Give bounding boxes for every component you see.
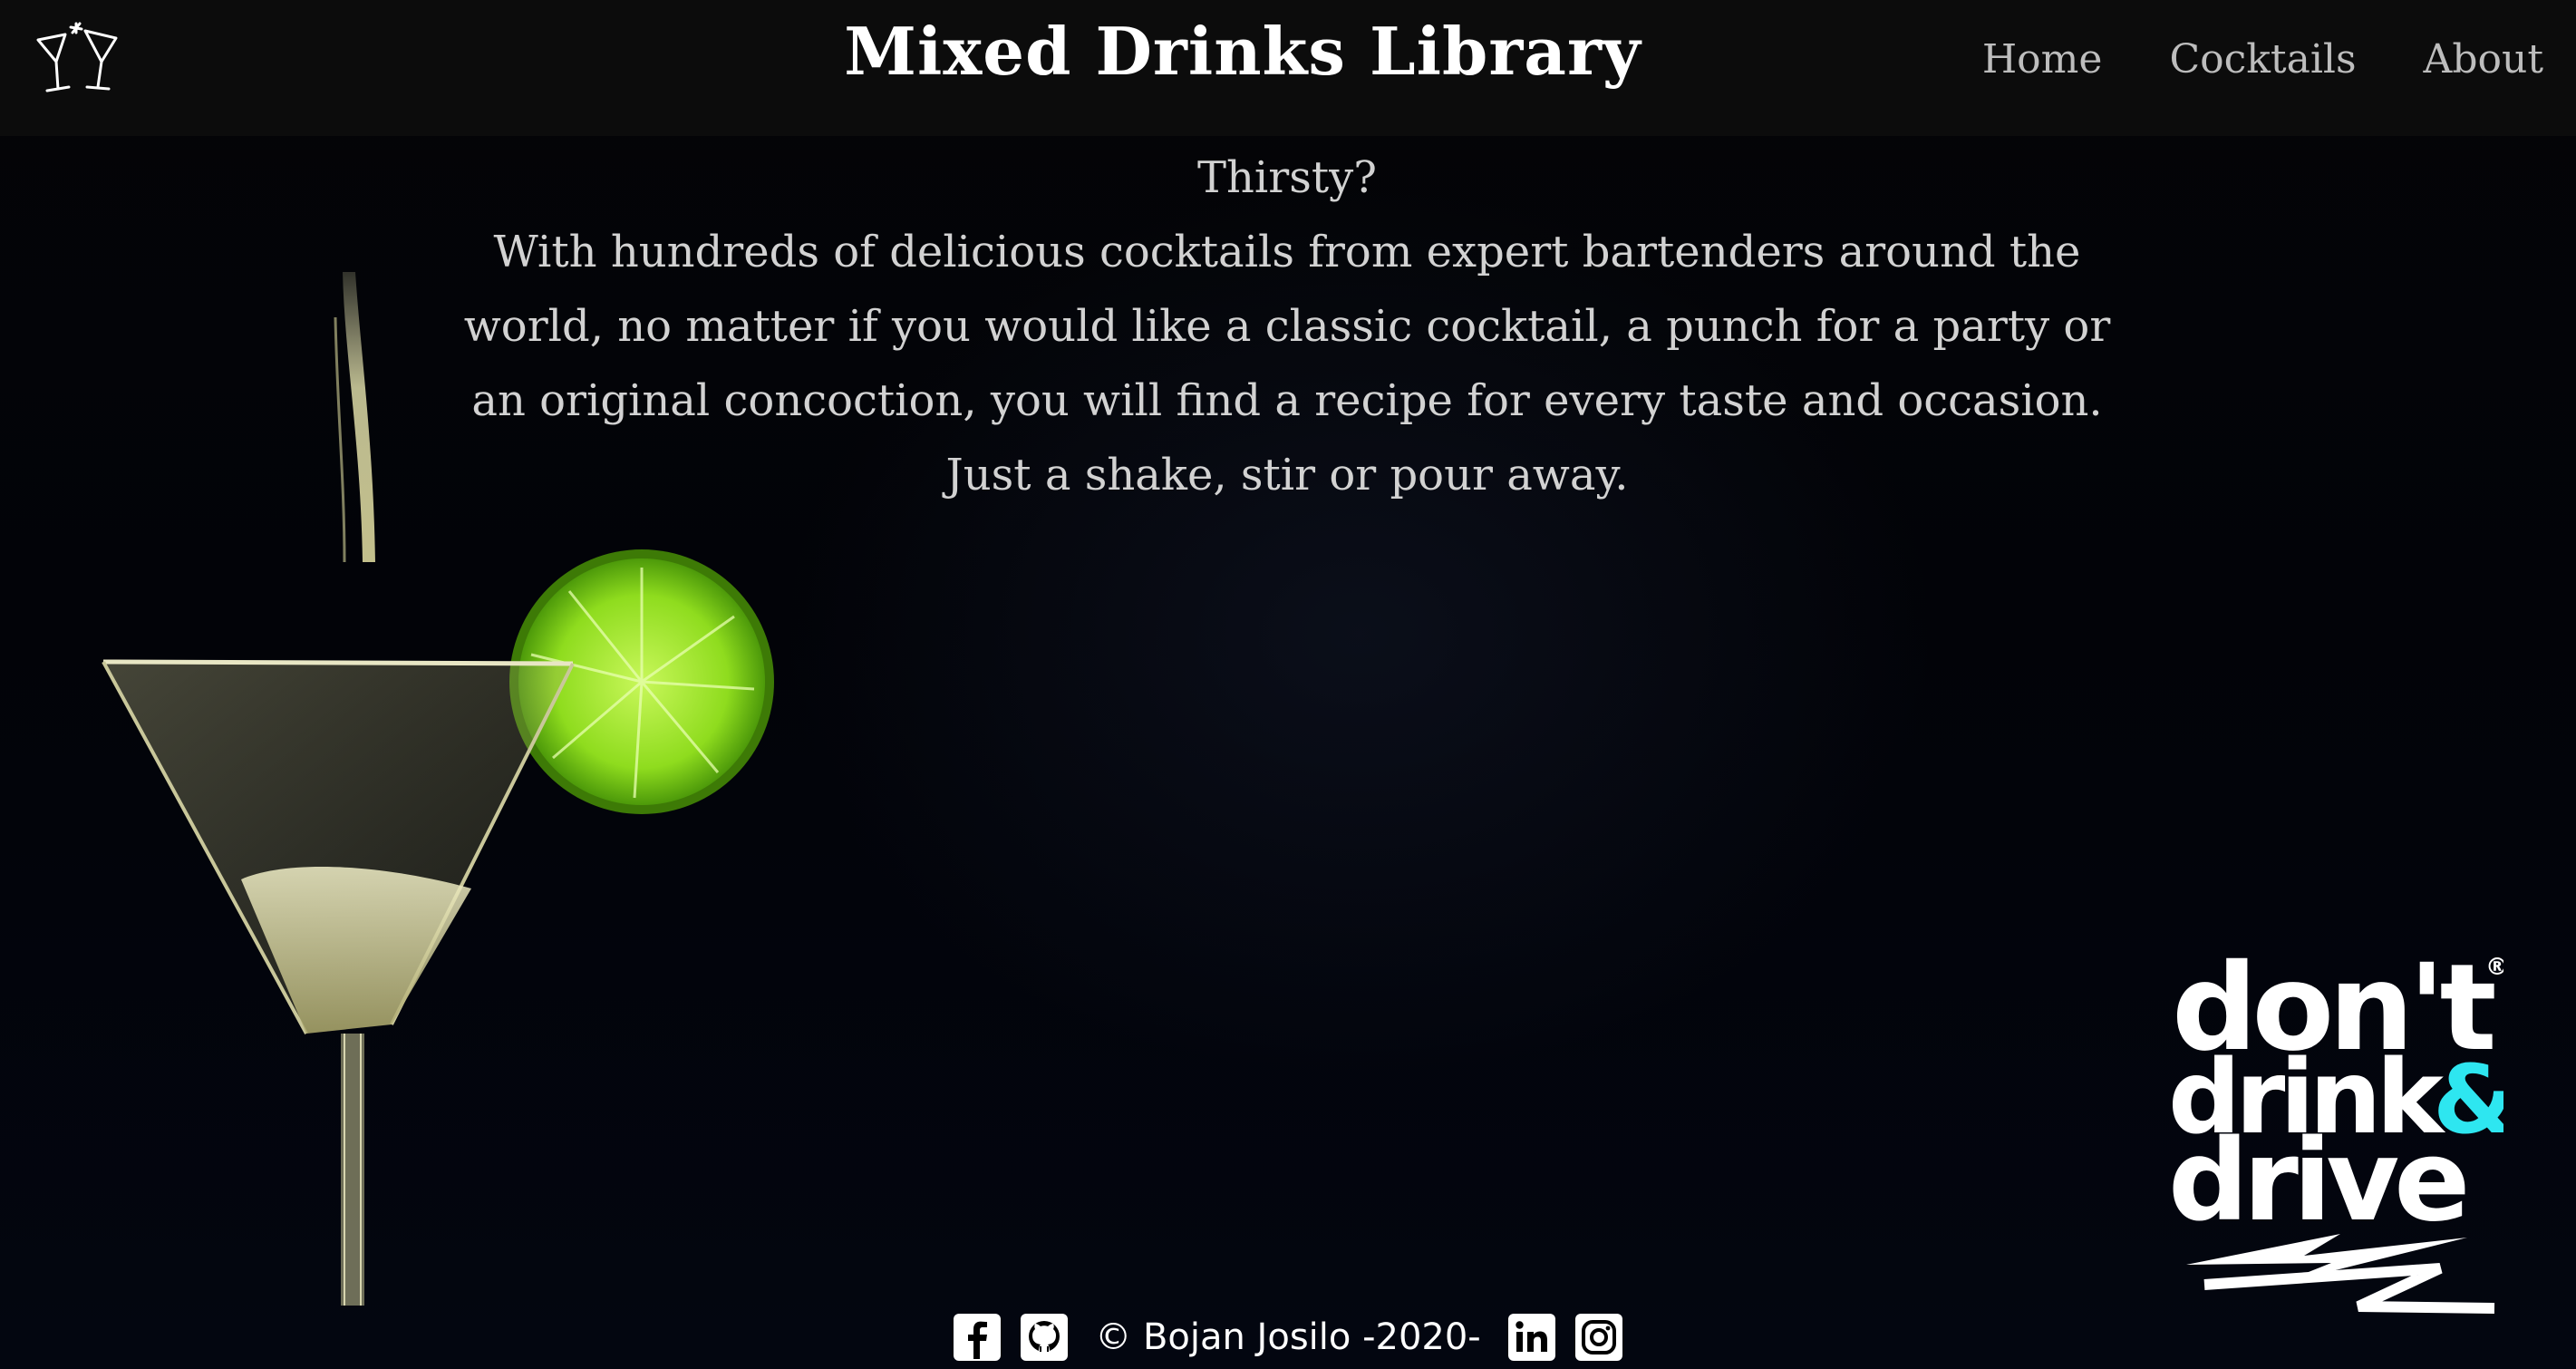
site-footer: © Bojan Josilo -2020- <box>0 1306 2576 1369</box>
nav-home-link[interactable]: Home <box>1982 36 2103 83</box>
intro-heading: Thirsty? <box>1197 152 1377 203</box>
nav-about-link[interactable]: About <box>2424 36 2543 83</box>
main-nav: Home Cocktails About <box>1982 36 2543 83</box>
nav-cocktails-link[interactable]: Cocktails <box>2169 36 2356 83</box>
dont-drink-and-drive-badge: don't ® drink & drive <box>2168 947 2503 1314</box>
badge-registered: ® <box>2485 954 2503 981</box>
facebook-icon[interactable] <box>954 1314 1002 1361</box>
github-icon[interactable] <box>1021 1314 1069 1361</box>
intro-body: With hundreds of delicious cocktails fro… <box>463 227 2111 500</box>
intro-section: Thirsty? With hundreds of delicious cock… <box>453 141 2121 512</box>
site-header: Mixed Drinks Library Home Cocktails Abou… <box>0 0 2576 136</box>
badge-line3: drive <box>2168 1116 2465 1247</box>
copyright-text: © Bojan Josilo -2020- <box>1095 1316 1481 1358</box>
page: Mixed Drinks Library Home Cocktails Abou… <box>0 0 2576 1369</box>
instagram-icon[interactable] <box>1574 1314 1622 1361</box>
linkedin-icon[interactable] <box>1507 1314 1555 1361</box>
